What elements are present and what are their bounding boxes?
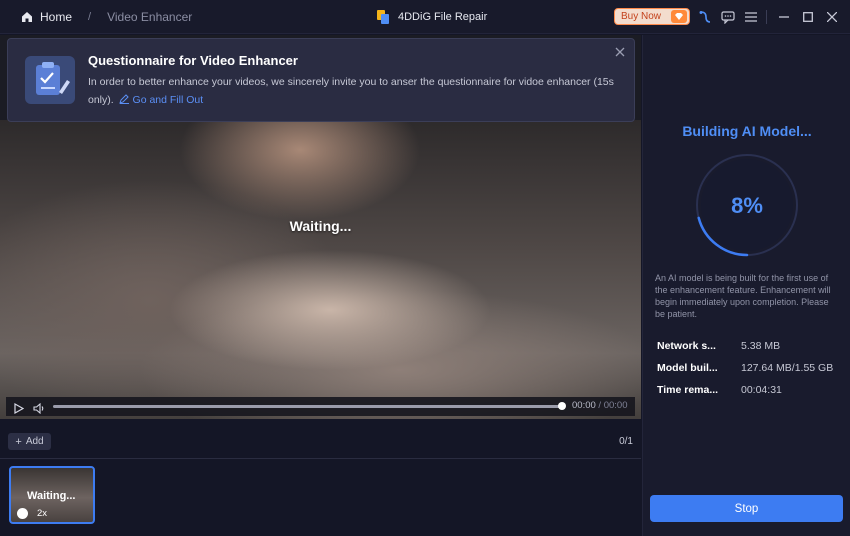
breadcrumb-separator: / <box>88 11 92 23</box>
scale-label: 2x <box>37 508 48 519</box>
go-fill-out-link[interactable]: Go and Fill Out <box>117 94 204 106</box>
thumbnail-status: Waiting... <box>27 490 76 502</box>
maximize-icon[interactable] <box>800 9 816 25</box>
app-title-text: 4DDiG File Repair <box>398 11 488 23</box>
close-icon[interactable] <box>824 9 840 25</box>
stat-value: 127.64 MB/1.55 GB <box>741 362 834 374</box>
seek-bar[interactable] <box>53 405 563 408</box>
app-title: 4DDiG File Repair <box>376 0 487 34</box>
time-display: 00:00 / 00:00 <box>572 400 627 411</box>
stop-button[interactable]: Stop <box>650 495 843 522</box>
current-time: 00:00 <box>572 400 596 411</box>
questionnaire-banner: Questionnaire for Video Enhancer In orde… <box>7 38 635 122</box>
progress-percent: 8% <box>731 193 763 218</box>
buy-now-button[interactable]: Buy Now <box>614 8 690 25</box>
stat-label: Time rema... <box>657 384 719 396</box>
title-bar: Home / Video Enhancer 4DDiG File Repair … <box>0 0 850 34</box>
seek-handle[interactable] <box>558 402 566 410</box>
add-label: Add <box>25 436 44 447</box>
stat-network-speed: Network s... 5.38 MB <box>657 340 847 352</box>
questionnaire-title: Questionnaire for Video Enhancer <box>88 53 298 68</box>
stat-value: 00:04:31 <box>741 384 782 396</box>
edit-icon <box>118 94 129 104</box>
building-heading: Building AI Model... <box>682 123 812 139</box>
breadcrumb-home[interactable]: Home <box>40 10 72 24</box>
add-button[interactable]: + Add <box>8 433 51 450</box>
gem-icon <box>671 10 687 23</box>
thumbnail-scale: 2x <box>17 508 47 519</box>
menu-icon[interactable] <box>743 9 759 25</box>
stat-model-build: Model buil... 127.64 MB/1.55 GB <box>657 362 847 374</box>
stat-label: Model buil... <box>657 362 718 374</box>
buy-now-label: Buy Now <box>621 11 662 22</box>
stop-label: Stop <box>734 502 759 515</box>
scale-icon <box>17 508 28 519</box>
minimize-icon[interactable] <box>776 9 792 25</box>
total-time: / 00:00 <box>598 400 628 411</box>
questionnaire-close-icon[interactable] <box>614 45 626 57</box>
feedback-icon[interactable] <box>720 9 736 25</box>
go-fill-out-label: Go and Fill Out <box>132 94 204 106</box>
play-icon[interactable] <box>14 401 25 419</box>
support-icon[interactable] <box>697 9 713 25</box>
preview-status: Waiting... <box>289 218 352 234</box>
volume-icon[interactable] <box>33 401 46 419</box>
stat-value: 5.38 MB <box>741 340 781 352</box>
player-controls: 00:00 / 00:00 <box>6 397 635 416</box>
model-panel: Building AI Model... 8% An AI model is b… <box>642 35 850 536</box>
app-logo-icon <box>377 10 389 24</box>
file-count: 0/1 <box>619 436 633 447</box>
breadcrumb-current-page: Video Enhancer <box>107 10 193 24</box>
stat-time-remaining: Time rema... 00:04:31 <box>657 384 847 396</box>
titlebar-divider <box>766 10 767 24</box>
stat-label: Network s... <box>657 340 716 352</box>
questionnaire-body: In order to better enhance your videos, … <box>88 73 628 109</box>
breadcrumb: Home / Video Enhancer <box>20 0 192 34</box>
model-description: An AI model is being built for the first… <box>655 273 831 319</box>
questionnaire-icon <box>25 56 75 104</box>
plus-icon: + <box>15 435 22 448</box>
home-icon[interactable] <box>20 10 34 24</box>
file-list-toolbar: + Add 0/1 <box>0 429 641 459</box>
video-thumbnail[interactable]: Waiting... 2x <box>9 466 95 524</box>
video-frame-image <box>0 120 641 419</box>
